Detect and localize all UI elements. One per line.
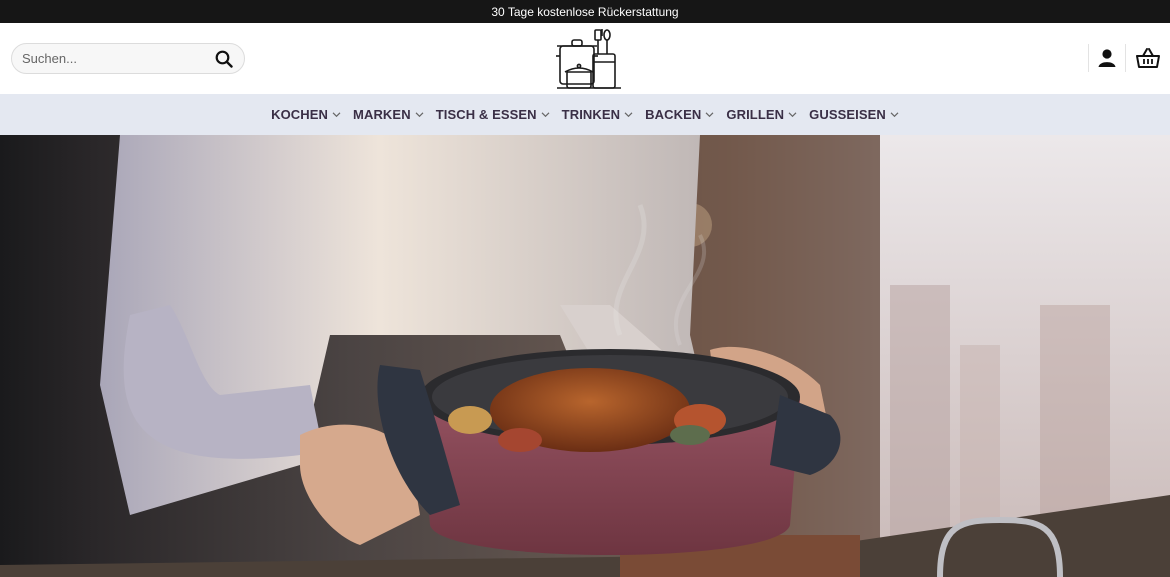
chevron-down-icon <box>788 110 797 119</box>
site-header <box>0 23 1170 94</box>
cookware-logo[interactable] <box>553 26 625 92</box>
nav-item-grillen[interactable]: GRILLEN <box>720 94 803 135</box>
chevron-down-icon <box>624 110 633 119</box>
nav-item-label: TRINKEN <box>561 107 621 122</box>
nav-item-label: MARKEN <box>353 107 411 122</box>
search-icon[interactable] <box>214 49 234 69</box>
announcement-text: 30 Tage kostenlose Rückerstattung <box>491 4 679 19</box>
nav-item-marken[interactable]: MARKEN <box>347 94 430 135</box>
chevron-down-icon <box>705 110 714 119</box>
nav-item-label: TISCH & ESSEN <box>435 107 537 122</box>
header-actions <box>1088 43 1170 73</box>
nav-item-gusseisen[interactable]: GUSSEISEN <box>803 94 905 135</box>
nav-item-label: KOCHEN <box>271 107 329 122</box>
chevron-down-icon <box>332 110 341 119</box>
basket-icon[interactable] <box>1126 43 1170 73</box>
hero-image <box>0 135 1170 577</box>
announcement-bar: 30 Tage kostenlose Rückerstattung <box>0 0 1170 23</box>
search-input[interactable] <box>22 51 214 66</box>
nav-item-label: BACKEN <box>645 107 702 122</box>
nav-item-backen[interactable]: BACKEN <box>639 94 720 135</box>
hero-banner[interactable] <box>0 135 1170 577</box>
user-icon[interactable] <box>1089 43 1125 73</box>
nav-item-kochen[interactable]: KOCHEN <box>265 94 347 135</box>
nav-item-label: GUSSEISEN <box>809 107 886 122</box>
chevron-down-icon <box>415 110 424 119</box>
main-navigation: KOCHEN MARKEN TISCH & ESSEN TRINKEN BACK… <box>0 94 1170 135</box>
nav-item-tisch-essen[interactable]: TISCH & ESSEN <box>430 94 556 135</box>
nav-item-trinken[interactable]: TRINKEN <box>556 94 639 135</box>
chevron-down-icon <box>541 110 550 119</box>
chevron-down-icon <box>890 110 899 119</box>
search-box[interactable] <box>11 43 245 74</box>
nav-item-label: GRILLEN <box>726 107 785 122</box>
